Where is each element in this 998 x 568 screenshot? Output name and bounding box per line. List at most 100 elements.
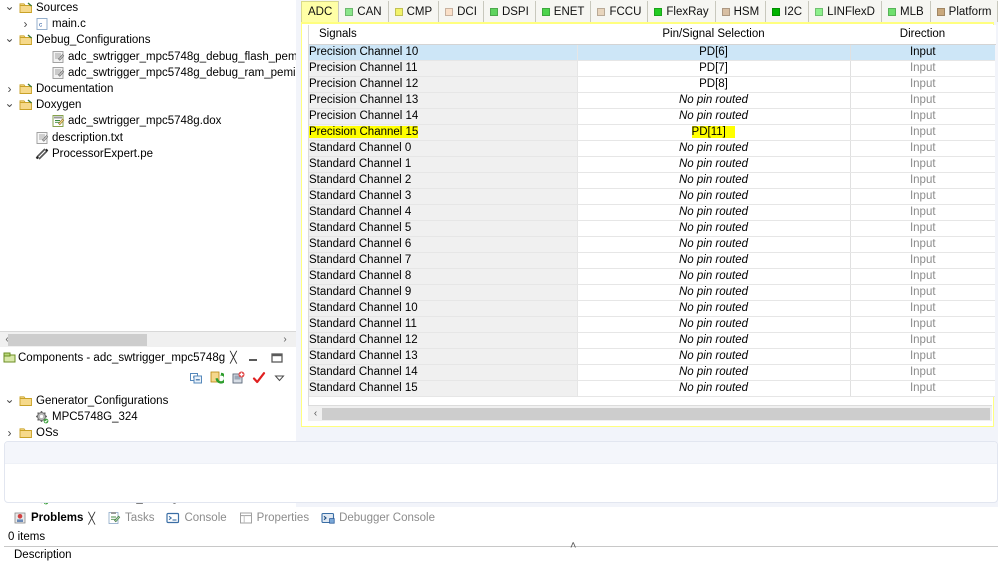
bottom-tab-properties[interactable]: Properties [234,508,316,528]
cell-pin-selection[interactable]: No pin routed [577,220,851,237]
table-row[interactable]: Standard Channel 8 No pin routed Input [309,268,995,285]
collapse-all-icon[interactable] [189,371,203,388]
tree-item[interactable]: Sources [0,0,296,16]
table-row[interactable]: Standard Channel 2 No pin routed Input [309,172,995,189]
table-row[interactable]: Standard Channel 0 No pin routed Input [309,140,995,157]
cell-pin-selection[interactable]: No pin routed [577,92,851,109]
peripheral-tab-fccu[interactable]: FCCU [591,1,649,22]
peripheral-tab-flexray[interactable]: FlexRay [648,1,716,22]
cell-pin-selection[interactable]: No pin routed [577,204,851,221]
tree-expand-toggle-icon[interactable] [18,18,33,30]
table-row[interactable]: Precision Channel 11 PD[7] Input [309,60,995,77]
tree-expand-toggle-icon[interactable] [2,34,17,46]
column-header-direction[interactable]: Direction [850,25,996,45]
table-row[interactable]: Standard Channel 7 No pin routed Input [309,252,995,269]
peripheral-tab-linflexd[interactable]: LINFlexD [809,1,882,22]
minimize-icon[interactable] [246,351,260,365]
project-explorer-tree[interactable]: Sourcescmain.cDebug_Configurationsadc_sw… [0,0,296,331]
cell-pin-selection[interactable]: PD[6] [577,44,851,61]
table-row[interactable]: Standard Channel 11 No pin routed Input [309,316,995,333]
chevron-up-icon[interactable]: ˄ [570,540,576,552]
tree-item[interactable]: Generator_Configurations [0,393,296,409]
bottom-view-tab-bar[interactable]: Problems ╳ Tasks Console Properties Debugger … [4,507,998,529]
table-row[interactable]: Precision Channel 13 No pin routed Input [309,92,995,109]
table-row[interactable]: Precision Channel 10 PD[6] Input [309,44,995,61]
close-icon[interactable]: ╳ [88,512,95,525]
components-view-titlebar[interactable]: Components - adc_swtrigger_mpc5748g ╳ [0,348,296,368]
tree-expand-toggle-icon[interactable] [2,427,17,439]
peripheral-tab-hsm[interactable]: HSM [715,1,767,22]
scroll-right-arrow-icon[interactable]: › [278,332,292,348]
cell-pin-selection[interactable]: PD[11] [577,124,851,141]
table-row[interactable]: Standard Channel 1 No pin routed Input [309,156,995,173]
signal-table-horizontal-scrollbar[interactable]: ‹ [308,405,992,421]
project-tree-horizontal-scrollbar[interactable]: ‹ › [0,331,296,347]
tree-item[interactable]: adc_swtrigger_mpc5748g_debug_ram_pemicro… [0,65,296,81]
maximize-icon[interactable] [270,351,284,365]
bottom-tab-tasks[interactable]: Tasks [102,508,161,528]
cell-pin-selection[interactable]: No pin routed [577,172,851,189]
scrollbar-thumb[interactable] [8,334,147,346]
tree-item[interactable]: adc_swtrigger_mpc5748g.dox [0,113,296,129]
cell-pin-selection[interactable]: No pin routed [577,348,851,365]
bottom-tab-console[interactable]: Console [161,508,233,528]
signal-table-container[interactable]: Signals Pin/Signal Selection Direction P… [308,25,996,421]
table-row[interactable]: Standard Channel 3 No pin routed Input [309,188,995,205]
cell-pin-selection[interactable]: No pin routed [577,268,851,285]
cell-pin-selection[interactable]: No pin routed [577,188,851,205]
table-row[interactable]: Standard Channel 15 No pin routed Input [309,380,995,397]
table-row[interactable]: Standard Channel 9 No pin routed Input [309,284,995,301]
cell-pin-selection[interactable]: No pin routed [577,364,851,381]
peripheral-tab-strip[interactable]: ADC CAN CMP DCI DSPI ENET FCCU FlexRay HSM I2C LIN… [301,0,998,22]
table-row[interactable]: Precision Channel 12 PD[8] Input [309,76,995,93]
table-row[interactable]: Standard Channel 12 No pin routed Input [309,332,995,349]
validate-icon[interactable] [252,371,266,388]
tree-item[interactable]: description.txt [0,130,296,146]
table-row[interactable]: Standard Channel 10 No pin routed Input [309,300,995,317]
bottom-tab-problems[interactable]: Problems ╳ [8,508,102,528]
peripheral-tab-cmp[interactable]: CMP [388,1,440,22]
scrollbar-thumb[interactable] [322,408,990,420]
tree-item[interactable]: MPC5748G_324 [0,409,296,425]
peripheral-tab-dci[interactable]: DCI [439,1,484,22]
tree-item[interactable]: Documentation [0,81,296,97]
cell-pin-selection[interactable]: No pin routed [577,108,851,125]
tree-item[interactable]: adc_swtrigger_mpc5748g_debug_flash_pemic… [0,49,296,65]
cell-pin-selection[interactable]: No pin routed [577,284,851,301]
scroll-left-arrow-icon[interactable]: ‹ [309,406,322,422]
cell-pin-selection[interactable]: No pin routed [577,316,851,333]
close-icon[interactable]: ╳ [230,351,237,364]
table-row[interactable]: Standard Channel 13 No pin routed Input [309,348,995,365]
peripheral-tab-platform[interactable]: Platform [930,1,998,22]
cell-pin-selection[interactable]: No pin routed [577,140,851,157]
peripheral-tab-dspi[interactable]: DSPI [483,1,536,22]
cell-pin-selection[interactable]: No pin routed [577,332,851,349]
tree-item[interactable]: Doxygen [0,97,296,113]
table-row[interactable]: Standard Channel 14 No pin routed Input [309,364,995,381]
peripheral-tab-enet[interactable]: ENET [535,1,592,22]
cell-pin-selection[interactable]: No pin routed [577,236,851,253]
tree-expand-toggle-icon[interactable] [2,2,17,14]
column-header-signals[interactable]: Signals [309,25,578,45]
cell-pin-selection[interactable]: PD[8] [577,76,851,93]
view-menu-icon[interactable] [273,371,286,387]
cell-pin-selection[interactable]: No pin routed [577,252,851,269]
tree-item[interactable]: OSs [0,425,296,441]
column-header-description[interactable]: Description [14,549,72,561]
tree-item[interactable]: Debug_Configurations [0,32,296,48]
table-row[interactable]: Precision Channel 14 No pin routed Input [309,108,995,125]
peripheral-tab-mlb[interactable]: MLB [882,1,931,22]
cell-pin-selection[interactable]: No pin routed [577,380,851,397]
tree-expand-toggle-icon[interactable] [2,395,17,407]
peripheral-tab-adc[interactable]: ADC [301,1,340,22]
import-component-icon[interactable] [231,371,245,388]
tree-expand-toggle-icon[interactable] [2,99,17,111]
cell-pin-selection[interactable]: PD[7] [577,60,851,77]
table-row[interactable]: Standard Channel 5 No pin routed Input [309,220,995,237]
tree-item[interactable]: ProcessorExpert.pe [0,146,296,162]
column-header-pin-signal-selection[interactable]: Pin/Signal Selection [577,25,851,45]
signal-routing-table[interactable]: Signals Pin/Signal Selection Direction P… [309,25,996,397]
table-row[interactable]: Precision Channel 15 PD[11] Input [309,124,995,141]
peripheral-tab-i2c[interactable]: I2C [766,1,810,22]
refresh-icon[interactable] [210,371,227,388]
